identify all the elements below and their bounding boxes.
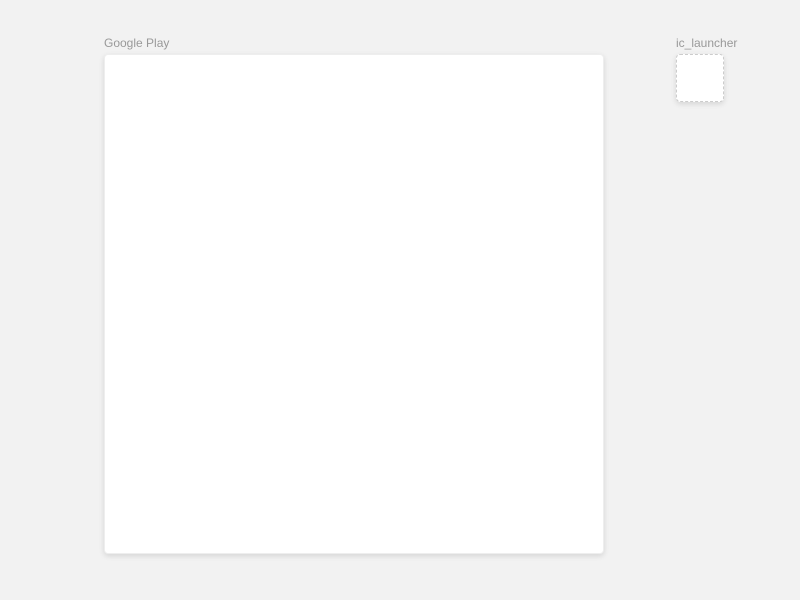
google-play-placeholder[interactable] [104, 54, 604, 554]
google-play-asset-group: Google Play [104, 36, 604, 554]
google-play-label: Google Play [104, 36, 604, 50]
ic-launcher-asset-group: ic_launcher [676, 36, 737, 102]
ic-launcher-placeholder[interactable] [676, 54, 724, 102]
ic-launcher-label: ic_launcher [676, 36, 737, 50]
